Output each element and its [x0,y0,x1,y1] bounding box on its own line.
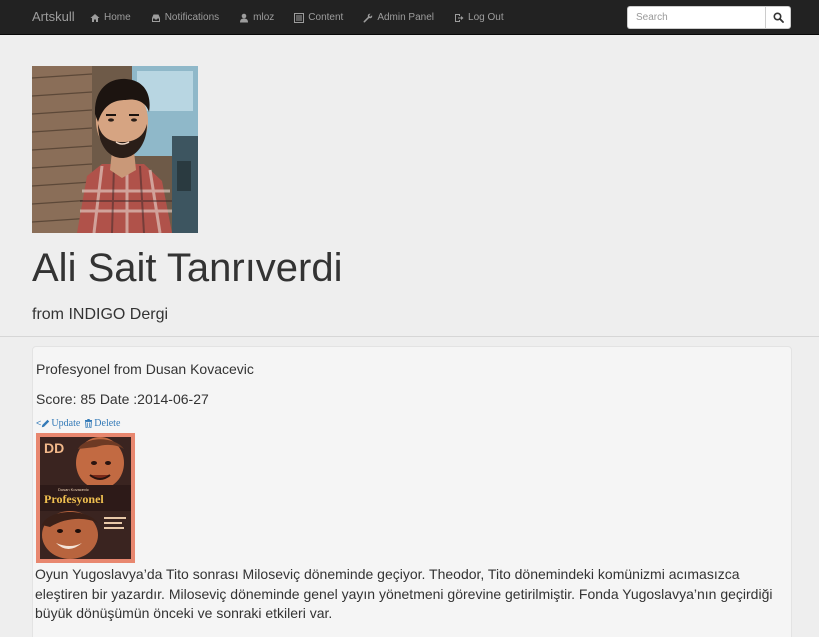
nav-admin-panel[interactable]: Admin Panel [363,12,434,23]
update-link[interactable]: < Update [36,418,80,429]
brand-link[interactable]: Artskull [32,9,75,24]
user-icon [239,13,249,23]
nav-content[interactable]: Content [294,12,343,23]
nav-content-label: Content [308,12,344,23]
wrench-icon [363,13,373,23]
home-icon [90,13,100,23]
review-score-date: Score: 85 Date :2014-06-27 [36,391,209,407]
cover-logo: DD [44,440,64,456]
search-icon [772,12,784,23]
nav-logout-label: Log Out [468,12,504,23]
divider [0,336,819,337]
profile-subtitle: from INDIGO Dergi [32,306,169,323]
inbox-icon [151,13,161,23]
update-label: Update [51,418,81,429]
review-actions: < Update Delete [36,418,124,429]
nav-notifications-label: Notifications [164,12,220,23]
review-title: Profesyonel from Dusan Kovacevic [36,361,254,377]
nav-notifications[interactable]: Notifications [151,12,219,23]
search-button[interactable] [765,6,791,29]
logout-icon [454,13,464,23]
search-input[interactable] [627,6,765,29]
delete-label: Delete [94,418,121,429]
profile-photo [32,66,198,233]
nav-menu: Home Notifications mloz Content Admin Pa… [90,0,524,35]
nav-admin-panel-label: Admin Panel [377,12,435,23]
nav-user-label: mloz [253,12,275,23]
nav-user[interactable]: mloz [239,12,274,23]
nav-home[interactable]: Home [90,12,131,23]
pencil-icon [42,419,50,428]
nav-logout[interactable]: Log Out [454,12,504,23]
review-body: Oyun Yugoslavya’da Tito sonrası Milosevi… [35,566,773,621]
review-card: Profesyonel from Dusan Kovacevic Score: … [32,346,792,637]
top-navbar: Artskull Home Notifications mloz Content [0,0,819,35]
trash-icon [85,419,93,428]
delete-link[interactable]: Delete [84,418,120,429]
list-icon [294,12,305,23]
profile-name: Ali Sait Tanrıverdi [32,246,343,290]
book-cover-image: DD Dusan Kovacevic Profesyonel [36,433,135,563]
nav-home-label: Home [104,12,131,23]
search-form [627,6,791,29]
cover-title: Profesyonel [44,492,104,506]
